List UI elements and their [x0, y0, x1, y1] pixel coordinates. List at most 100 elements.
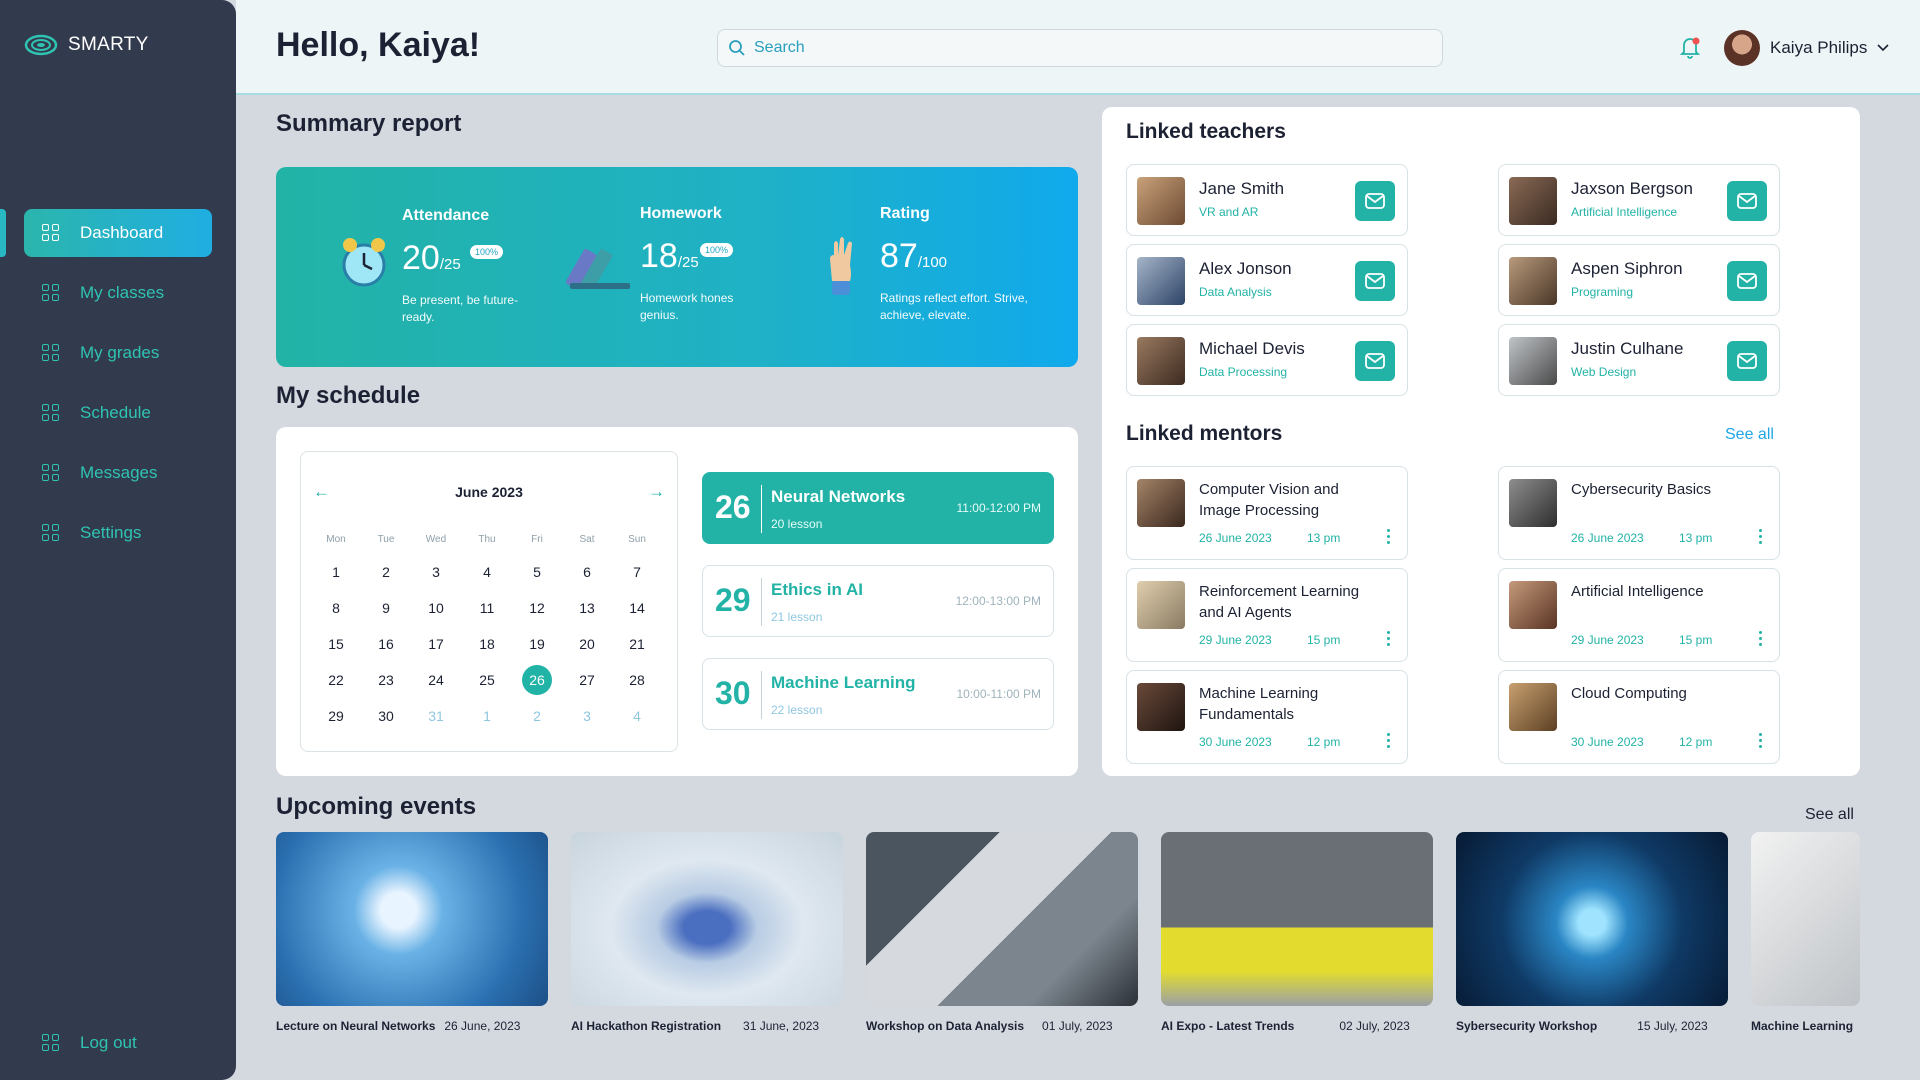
- calendar-day[interactable]: 17: [421, 629, 451, 659]
- mentors-see-all-link[interactable]: See all: [1725, 426, 1774, 444]
- calendar-day[interactable]: 19: [522, 629, 552, 659]
- kebab-icon[interactable]: [1759, 733, 1763, 749]
- calendar-day[interactable]: 2: [522, 701, 552, 731]
- avatar: [1137, 479, 1185, 527]
- kebab-icon[interactable]: [1387, 733, 1391, 749]
- teacher-card[interactable]: Michael Devis Data Processing: [1126, 324, 1408, 396]
- calendar-day[interactable]: 14: [622, 593, 652, 623]
- event-image[interactable]: [866, 832, 1138, 1006]
- teacher-card[interactable]: Alex Jonson Data Analysis: [1126, 244, 1408, 316]
- calendar-day[interactable]: 28: [622, 665, 652, 695]
- calendar-day[interactable]: 21: [622, 629, 652, 659]
- calendar-day[interactable]: 24: [421, 665, 451, 695]
- mentor-card[interactable]: Reinforcement Learning and AI Agents 29 …: [1126, 568, 1408, 662]
- sidebar-item-my-grades[interactable]: My grades: [24, 329, 212, 377]
- brand[interactable]: SMARTY: [24, 34, 149, 56]
- schedule-event[interactable]: 30 Machine Learning 22 lesson 10:00-11:0…: [702, 658, 1054, 730]
- mail-button[interactable]: [1727, 341, 1767, 381]
- calendar-day[interactable]: 20: [572, 629, 602, 659]
- calendar-day[interactable]: 7: [622, 557, 652, 587]
- books-icon: [566, 248, 630, 290]
- calendar-day[interactable]: 10: [421, 593, 451, 623]
- event-image[interactable]: [1751, 832, 1860, 1006]
- mentor-card[interactable]: Computer Vision and Image Processing 26 …: [1126, 466, 1408, 560]
- attendance-block: Attendance 20/25 100% Be present, be fut…: [402, 207, 550, 326]
- calendar-day[interactable]: 2: [371, 557, 401, 587]
- event-image[interactable]: [1456, 832, 1728, 1006]
- calendar-day[interactable]: 18: [472, 629, 502, 659]
- event-image[interactable]: [571, 832, 843, 1006]
- event-caption[interactable]: AI Hackathon Registration 31 June, 2023: [571, 1019, 819, 1033]
- sidebar-item-messages[interactable]: Messages: [24, 449, 212, 497]
- calendar-day[interactable]: 11: [472, 593, 502, 623]
- event-title: Machine Learning: [771, 673, 916, 692]
- teacher-card[interactable]: Jaxson Bergson Artificial Intelligence: [1498, 164, 1780, 236]
- mentor-card[interactable]: Cloud Computing 30 June 2023 12 pm: [1498, 670, 1780, 764]
- kebab-icon[interactable]: [1759, 529, 1763, 545]
- sidebar-item-my-classes[interactable]: My classes: [24, 269, 212, 317]
- arrow-right-icon[interactable]: →: [648, 482, 665, 502]
- calendar-day[interactable]: 23: [371, 665, 401, 695]
- search-input[interactable]: Search: [717, 29, 1443, 67]
- calendar-day[interactable]: 9: [371, 593, 401, 623]
- calendar-day[interactable]: 12: [522, 593, 552, 623]
- event-caption[interactable]: Lecture on Neural Networks 26 June, 2023: [276, 1019, 520, 1033]
- calendar-day[interactable]: 4: [472, 557, 502, 587]
- calendar-day[interactable]: 6: [572, 557, 602, 587]
- sidebar-item-dashboard[interactable]: Dashboard: [24, 209, 212, 257]
- mail-button[interactable]: [1727, 181, 1767, 221]
- mail-button[interactable]: [1355, 181, 1395, 221]
- calendar-day[interactable]: 1: [321, 557, 351, 587]
- event-caption[interactable]: Workshop on Data Analysis 01 July, 2023: [866, 1019, 1113, 1033]
- calendar-day[interactable]: 30: [371, 701, 401, 731]
- calendar-day[interactable]: 26: [522, 665, 552, 695]
- mentor-card[interactable]: Cybersecurity Basics 26 June 2023 13 pm: [1498, 466, 1780, 560]
- calendar-day[interactable]: 16: [371, 629, 401, 659]
- schedule-event[interactable]: 29 Ethics in AI 21 lesson 12:00-13:00 PM: [702, 565, 1054, 637]
- calendar-day[interactable]: 3: [572, 701, 602, 731]
- teacher-subject: Web Design: [1571, 365, 1637, 379]
- sidebar-item-schedule[interactable]: Schedule: [24, 389, 212, 437]
- calendar-day[interactable]: 29: [321, 701, 351, 731]
- event-image[interactable]: [276, 832, 548, 1006]
- calendar-day[interactable]: 4: [622, 701, 652, 731]
- mail-button[interactable]: [1355, 261, 1395, 301]
- mentor-card[interactable]: Machine Learning Fundamentals 30 June 20…: [1126, 670, 1408, 764]
- event-name: Machine Learning: [1751, 1019, 1854, 1033]
- sidebar-item-settings[interactable]: Settings: [24, 509, 212, 557]
- schedule-event[interactable]: 26 Neural Networks 20 lesson 11:00-12:00…: [702, 472, 1054, 544]
- event-time: 12:00-13:00 PM: [955, 594, 1041, 608]
- mail-button[interactable]: [1355, 341, 1395, 381]
- teacher-card[interactable]: Justin Culhane Web Design: [1498, 324, 1780, 396]
- kebab-icon[interactable]: [1387, 529, 1391, 545]
- calendar-day[interactable]: 3: [421, 557, 451, 587]
- calendar-day[interactable]: 27: [572, 665, 602, 695]
- event-caption[interactable]: Sybersecurity Workshop 15 July, 2023: [1456, 1019, 1708, 1033]
- event-caption[interactable]: Machine Learning: [1751, 1019, 1853, 1033]
- calendar-day[interactable]: 22: [321, 665, 351, 695]
- mentor-card[interactable]: Artificial Intelligence 29 June 2023 15 …: [1498, 568, 1780, 662]
- events-see-all-link[interactable]: See all: [1805, 806, 1854, 824]
- calendar-day[interactable]: 31: [421, 701, 451, 731]
- sidebar-item-label: Messages: [80, 463, 158, 482]
- calendar-day[interactable]: 25: [472, 665, 502, 695]
- user-menu[interactable]: Kaiya Philips: [1724, 30, 1889, 66]
- calendar-day[interactable]: 13: [572, 593, 602, 623]
- logout-button[interactable]: Log out: [24, 1019, 212, 1067]
- bell-icon[interactable]: [1678, 34, 1702, 60]
- teacher-card[interactable]: Jane Smith VR and AR: [1126, 164, 1408, 236]
- kebab-icon[interactable]: [1759, 631, 1763, 647]
- calendar-day[interactable]: 8: [321, 593, 351, 623]
- grid-icon: [42, 284, 60, 302]
- calendar-day[interactable]: 15: [321, 629, 351, 659]
- teacher-card[interactable]: Aspen Siphron Programing: [1498, 244, 1780, 316]
- calendar-day[interactable]: 5: [522, 557, 552, 587]
- mail-button[interactable]: [1727, 261, 1767, 301]
- calendar-day[interactable]: 1: [472, 701, 502, 731]
- event-name: AI Hackathon Registration: [571, 1019, 722, 1033]
- kebab-icon[interactable]: [1387, 631, 1391, 647]
- sidebar-item-label: Dashboard: [80, 223, 164, 242]
- event-image[interactable]: [1161, 832, 1433, 1006]
- event-caption[interactable]: AI Expo - Latest Trends 02 July, 2023: [1161, 1019, 1410, 1033]
- teacher-subject: Programing: [1571, 285, 1634, 299]
